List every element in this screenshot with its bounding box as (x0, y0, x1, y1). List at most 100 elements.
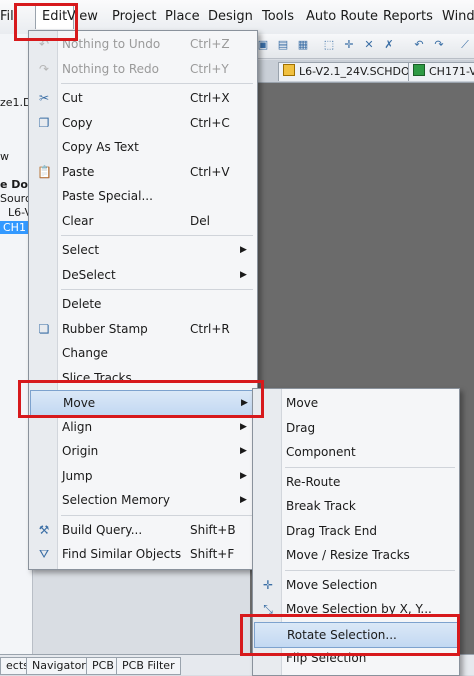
toolbar: ▣ ▤ ▦ ⬚ ✛ ✕ ✗ ↶ ↷ ⟋ (250, 34, 474, 59)
menu-item-nothing-to-redo[interactable]: ↷ Nothing to Redo Ctrl+Y (30, 57, 254, 81)
query-icon: ⚒ (38, 522, 50, 537)
menu-item-rubber-stamp[interactable]: ❏ Rubber Stamp Ctrl+R (30, 317, 254, 341)
submenu-arrow-icon: ▶ (240, 446, 247, 456)
redo-icon: ↷ (38, 61, 50, 76)
menu-item-change[interactable]: Change (30, 341, 254, 365)
select-rect-icon[interactable]: ⬚ (322, 38, 336, 52)
menu-item-label: Find Similar Objects (62, 547, 182, 561)
menu-windo[interactable]: Windo (442, 9, 474, 24)
menu-item-label: Copy (62, 115, 93, 130)
menu-separator (285, 466, 455, 468)
menu-item-component[interactable]: Component (254, 440, 456, 464)
menu-item-label: Selection Memory (62, 493, 170, 507)
shortcut-label: Ctrl+C (190, 115, 230, 130)
menu-item-copy-as-text[interactable]: Copy As Text (30, 135, 254, 159)
menu-item-label: Align (62, 419, 93, 434)
menu-item-select[interactable]: Select ▶ (30, 238, 254, 262)
shortcut-label: Shift+B (190, 522, 236, 537)
schematic-doc-icon (283, 64, 295, 76)
menu-item-move[interactable]: Move ▶ (30, 390, 256, 416)
submenu-arrow-icon: ▶ (240, 245, 247, 255)
menu-item-re-route[interactable]: Re-Route (254, 470, 456, 494)
menu-item-copy[interactable]: ❐ Copy Ctrl+C (30, 111, 254, 135)
menu-item-deselect[interactable]: DeSelect ▶ (30, 263, 254, 287)
scissors-icon: ✂ (38, 91, 50, 105)
menu-item-label: Change (62, 346, 108, 360)
stamp-icon: ❏ (38, 321, 50, 336)
menu-item-label: Nothing to Undo (62, 37, 161, 51)
menu-item-origin[interactable]: Origin ▶ (30, 439, 254, 463)
menu-item-slice-tracks[interactable]: Slice Tracks (30, 366, 254, 390)
menu-separator (61, 83, 253, 84)
menu-item-cut[interactable]: ✂ Cut Ctrl+X (30, 86, 254, 110)
redo-icon[interactable]: ↷ (432, 38, 446, 52)
print-icon[interactable]: ▦ (296, 38, 310, 52)
menu-item-move-selection-by-x-y[interactable]: ⤡ Move Selection by X, Y... (254, 597, 456, 621)
open-icon[interactable]: ▤ (276, 38, 290, 52)
menu-item-move-resize-tracks[interactable]: Move / Resize Tracks (254, 543, 456, 567)
menu-item-rotate-selection[interactable]: Rotate Selection... (254, 621, 458, 648)
menu-reports[interactable]: Reports (383, 9, 433, 24)
menu-item-move[interactable]: Move (254, 391, 456, 415)
panel-tree-item-selected[interactable]: CH1 (0, 221, 29, 234)
menu-design[interactable]: Design (208, 9, 253, 24)
menu-item-jump[interactable]: Jump ▶ (30, 464, 254, 488)
menu-item-selection-memory[interactable]: Selection Memory ▶ (30, 488, 254, 512)
menu-item-label: Rotate Selection... (287, 627, 397, 642)
menu-tools[interactable]: Tools (262, 9, 294, 24)
menu-item-find-similar-objects[interactable]: ⛛ Find Similar Objects Shift+F (30, 542, 254, 566)
menu-item-label: Delete (62, 297, 102, 311)
menu-item-paste-special[interactable]: Paste Special... (30, 184, 254, 208)
undo-icon[interactable]: ↶ (412, 38, 426, 52)
menu-item-drag-track-end[interactable]: Drag Track End (254, 519, 456, 543)
menu-item-label: Drag (286, 420, 316, 435)
menu-item-label: Nothing to Redo (62, 61, 160, 76)
menu-item-label: Paste (62, 164, 95, 179)
tab-schdoc[interactable]: L6-V2.1_24V.SCHDOC (278, 62, 414, 81)
panel-tab-pcb[interactable]: PCB (86, 657, 120, 675)
menu-item-label: Move Selection by X, Y... (286, 602, 432, 616)
shortcut-label: Ctrl+Z (190, 37, 230, 51)
move-submenu: Move Drag Component Re-Route Break Track Drag… (252, 388, 460, 676)
move-xy-icon: ⤡ (263, 602, 273, 616)
menu-place[interactable]: Place (165, 9, 200, 24)
shortcut-label: Ctrl+Y (190, 61, 229, 76)
menu-item-label: Select (62, 243, 100, 257)
submenu-arrow-icon: ▶ (240, 421, 247, 432)
tab-pcbdoc[interactable]: CH171-V1 (408, 62, 474, 81)
menu-item-clear[interactable]: Clear Del (30, 209, 254, 233)
shortcut-label: Shift+F (190, 547, 235, 561)
menu-item-label: Paste Special... (62, 189, 153, 203)
deselect-icon[interactable]: ✗ (382, 38, 396, 52)
menu-item-drag[interactable]: Drag (254, 416, 456, 440)
menu-separator (61, 235, 253, 236)
move-icon[interactable]: ✛ (342, 38, 356, 52)
menu-item-nothing-to-undo[interactable]: ↶ Nothing to Undo Ctrl+Z (30, 32, 254, 56)
cross-select-icon[interactable]: ✕ (362, 38, 376, 52)
panel-tab-navigator[interactable]: Navigator (26, 657, 92, 675)
menu-auto-route[interactable]: Auto Route (306, 9, 378, 24)
menu-item-flip-selection[interactable]: Flip Selection (254, 646, 456, 670)
menu-view[interactable]: View (67, 9, 98, 24)
menu-item-paste[interactable]: 📋 Paste Ctrl+V (30, 160, 254, 184)
menu-project[interactable]: Project (112, 9, 156, 24)
menu-item-delete[interactable]: Delete (30, 292, 254, 316)
save-icon[interactable]: ▣ (256, 38, 270, 52)
menu-fil[interactable]: Fil (0, 9, 14, 24)
menu-separator (61, 514, 253, 516)
wire-icon[interactable]: ⟋ (458, 38, 472, 52)
menu-item-label: Move (286, 396, 319, 410)
menu-item-align[interactable]: Align ▶ (30, 415, 254, 439)
menu-item-break-track[interactable]: Break Track (254, 494, 456, 518)
menu-item-label: DeSelect (62, 267, 116, 282)
menu-item-label: Rubber Stamp (62, 321, 148, 336)
menu-item-build-query[interactable]: ⚒ Build Query... Shift+B (30, 518, 254, 542)
panel-tab-pcb-filter[interactable]: PCB Filter (116, 657, 181, 675)
menu-item-label: Cut (62, 91, 83, 105)
menu-item-label: Copy As Text (62, 140, 139, 154)
menu-item-move-selection[interactable]: ✛ Move Selection (254, 573, 456, 597)
tab-label: L6-V2.1_24V.SCHDOC (299, 65, 414, 78)
edit-menu: ↶ Nothing to Undo Ctrl+Z ↷ Nothing to Redo Ct… (28, 30, 258, 570)
menu-separator (61, 289, 253, 290)
menu-item-label: Break Track (286, 499, 356, 513)
